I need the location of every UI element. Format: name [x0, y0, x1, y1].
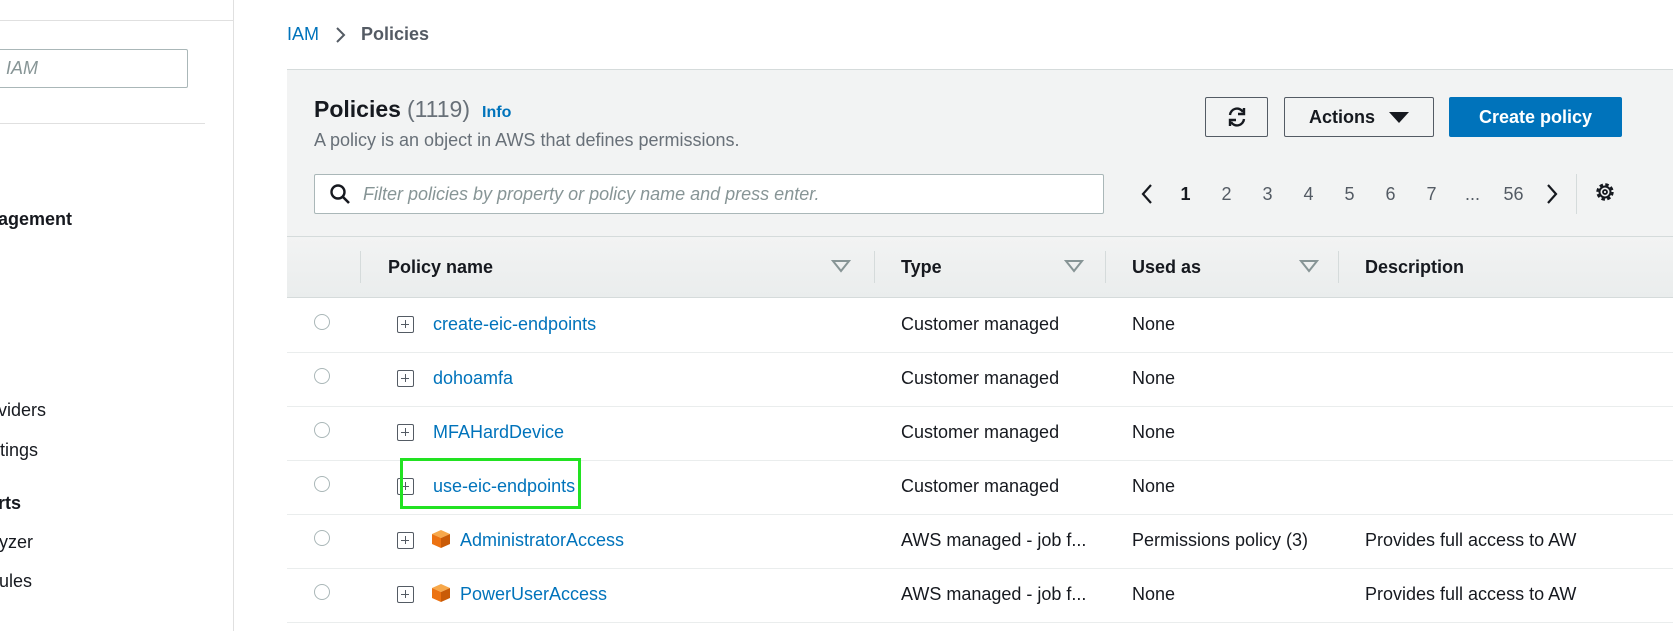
policy-used-as: None: [1132, 314, 1176, 334]
policy-name-link[interactable]: create-eic-endpoints: [433, 314, 596, 335]
column-divider: [874, 251, 875, 283]
row-radio[interactable]: [314, 584, 330, 600]
page-title: Policies (1119) Info: [314, 96, 511, 123]
column-header-used-as[interactable]: Used as: [1132, 237, 1201, 297]
chevron-left-icon[interactable]: [1129, 183, 1165, 205]
expand-icon[interactable]: [397, 316, 414, 333]
column-divider: [1105, 251, 1106, 283]
caret-down-icon: [1389, 111, 1409, 123]
policy-used-as: None: [1132, 476, 1176, 496]
column-label: Description: [1365, 256, 1465, 277]
page-4[interactable]: 4: [1288, 184, 1329, 205]
pagination: 1 2 3 4 5 6 7 ... 56: [1129, 174, 1617, 214]
expand-icon[interactable]: [397, 532, 414, 549]
column-divider: [360, 251, 361, 283]
column-label: Policy name: [388, 256, 494, 277]
row-radio[interactable]: [314, 368, 330, 384]
breadcrumb-current: Policies: [361, 24, 430, 44]
policy-type: Customer managed: [901, 314, 1060, 334]
actions-label: Actions: [1308, 106, 1375, 127]
policy-type: Customer managed: [901, 368, 1060, 388]
pager-divider: [1576, 174, 1577, 214]
refresh-button[interactable]: [1205, 97, 1268, 137]
page-6[interactable]: 6: [1370, 184, 1411, 205]
sidebar-section-access-reports: rts: [0, 493, 22, 513]
aws-cube-icon: [432, 584, 450, 602]
policy-name-link[interactable]: AdministratorAccess: [460, 530, 624, 551]
row-radio[interactable]: [314, 422, 330, 438]
sidebar-divider-top: [0, 20, 233, 21]
page-3[interactable]: 3: [1247, 184, 1288, 205]
table-row[interactable]: use-eic-endpoints Customer managed None: [287, 458, 1673, 515]
table-row[interactable]: dohoamfa Customer managed None: [287, 352, 1673, 407]
expand-icon[interactable]: [397, 370, 414, 387]
sidebar-divider: [0, 123, 205, 124]
page-5[interactable]: 5: [1329, 184, 1370, 205]
page-7[interactable]: 7: [1411, 184, 1452, 205]
sidebar-item-access-analyzer[interactable]: yzer: [0, 532, 33, 553]
policy-type: Customer managed: [901, 422, 1060, 442]
table-row[interactable]: AdministratorAccess AWS managed - job f.…: [287, 514, 1673, 569]
page-ellipsis: ...: [1464, 183, 1480, 204]
filter-input[interactable]: Filter policies by property or policy na…: [314, 174, 1104, 214]
table-header: Policy name Type Used as Description: [287, 236, 1673, 298]
column-header-policy-name[interactable]: Policy name: [388, 237, 493, 297]
gear-icon[interactable]: [1593, 180, 1617, 209]
policy-count: (1119): [406, 96, 471, 122]
expand-icon[interactable]: [397, 424, 414, 441]
page-description: A policy is an object in AWS that define…: [314, 130, 740, 150]
sort-icon[interactable]: [831, 259, 851, 273]
column-header-description[interactable]: Description: [1365, 237, 1464, 297]
policies-table-container: Policies (1119) Info A policy is an object…: [287, 69, 1673, 632]
policy-description: Provides full access to AW: [1365, 530, 1577, 550]
page-2[interactable]: 2: [1206, 184, 1247, 205]
sort-icon[interactable]: [1299, 259, 1319, 273]
policy-description: Provides full access to AW: [1365, 584, 1577, 604]
create-policy-button[interactable]: Create policy: [1449, 97, 1622, 137]
policy-used-as: None: [1132, 584, 1176, 604]
sidebar-item-identity-providers[interactable]: viders: [0, 400, 46, 421]
column-label: Used as: [1132, 256, 1202, 277]
highlight-box: [400, 458, 581, 509]
table-row[interactable]: create-eic-endpoints Customer managed No…: [287, 298, 1673, 353]
page-56[interactable]: 56: [1493, 184, 1534, 205]
actions-dropdown-button[interactable]: Actions: [1284, 97, 1434, 137]
chevron-right-icon[interactable]: [1534, 183, 1570, 205]
policy-name-link[interactable]: MFAHardDevice: [433, 422, 564, 443]
expand-icon[interactable]: [397, 586, 414, 603]
column-divider: [1338, 251, 1339, 283]
policy-used-as: None: [1132, 422, 1176, 442]
sidebar-search-input[interactable]: IAM: [0, 49, 188, 88]
sidebar-item-account-settings[interactable]: tings: [0, 440, 38, 461]
policy-name-link[interactable]: PowerUserAccess: [460, 584, 607, 605]
page-1[interactable]: 1: [1165, 184, 1206, 205]
filter-placeholder: Filter policies by property or policy na…: [363, 183, 820, 204]
row-radio[interactable]: [314, 530, 330, 546]
left-sidebar: IAM agement viders tings rts yzer ules: [0, 0, 234, 631]
row-radio[interactable]: [314, 476, 330, 492]
policy-used-as: Permissions policy (3): [1132, 530, 1309, 550]
table-row[interactable]: MFAHardDevice Customer managed None: [287, 406, 1673, 461]
breadcrumb: IAM Policies: [287, 24, 429, 45]
table-row[interactable]: PowerUserAccess AWS managed - job f... N…: [287, 568, 1673, 623]
aws-cube-icon: [432, 530, 450, 548]
row-radio[interactable]: [314, 314, 330, 330]
policy-type: AWS managed - job f...: [901, 530, 1087, 550]
info-link[interactable]: Info: [482, 104, 511, 121]
policy-type: Customer managed: [901, 476, 1060, 496]
sidebar-section-access-management: agement: [0, 209, 73, 229]
policy-type: AWS managed - job f...: [901, 584, 1087, 604]
column-header-type[interactable]: Type: [901, 237, 942, 297]
refresh-icon: [1228, 107, 1245, 127]
policy-name-link[interactable]: dohoamfa: [433, 368, 513, 389]
sort-icon[interactable]: [1064, 259, 1084, 273]
column-label: Type: [901, 256, 942, 277]
sidebar-item-archive-rules[interactable]: ules: [0, 571, 32, 592]
search-icon: [330, 184, 350, 204]
page-title-text: Policies: [314, 96, 401, 122]
breadcrumb-iam-link[interactable]: IAM: [287, 24, 319, 45]
policy-used-as: None: [1132, 368, 1176, 388]
chevron-right-icon: [331, 26, 349, 44]
